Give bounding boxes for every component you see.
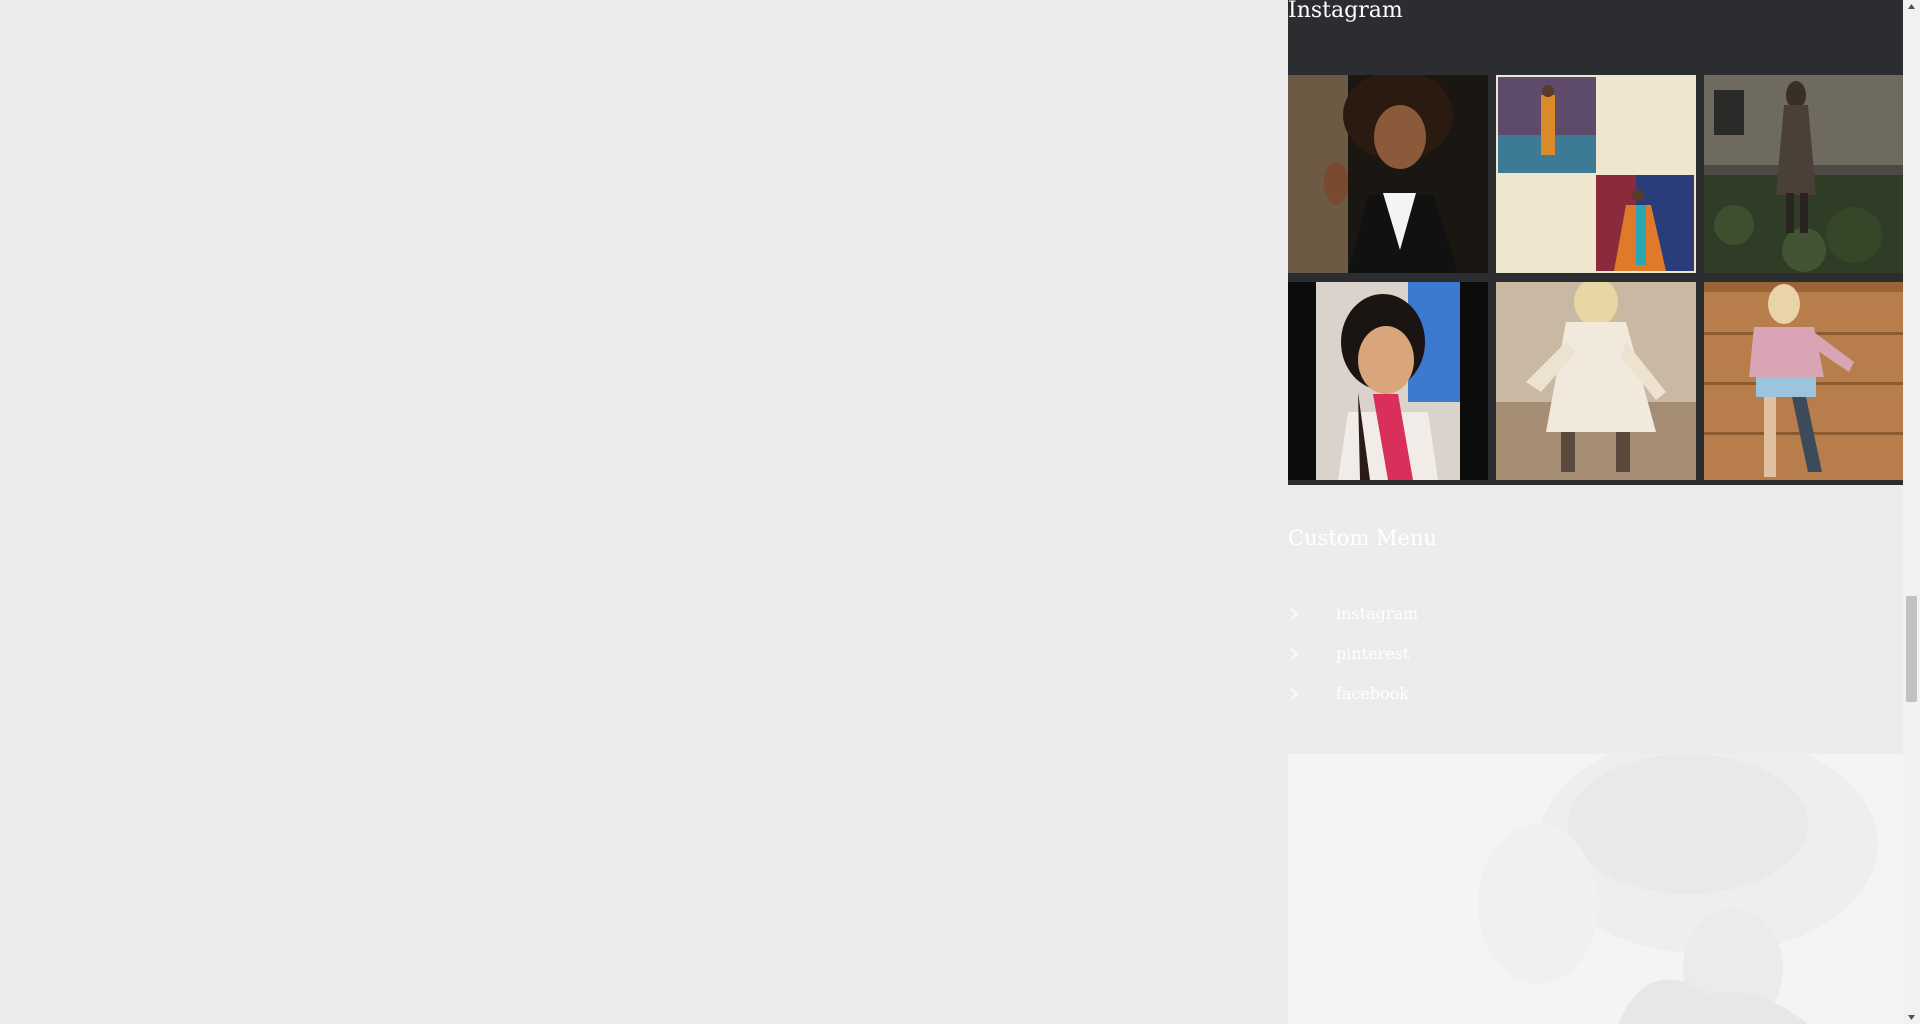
instagram-widget: Instagram xyxy=(1288,0,1904,485)
chevron-right-icon xyxy=(1290,608,1299,620)
custom-menu-item-instagram[interactable]: instagram xyxy=(1288,600,1588,640)
sidebar: Instagram Custom Menu instagram pinteres… xyxy=(1288,0,1904,1024)
promo-banner-image xyxy=(1288,754,1903,1024)
instagram-photo-6[interactable] xyxy=(1704,282,1904,480)
custom-menu-list: instagram pinterest facebook xyxy=(1288,600,1588,720)
custom-menu-link-instagram[interactable]: instagram xyxy=(1336,600,1418,628)
instagram-photo-3[interactable] xyxy=(1704,75,1904,273)
instagram-photo-2[interactable] xyxy=(1496,75,1696,273)
chevron-right-icon xyxy=(1290,648,1299,660)
chevron-right-icon xyxy=(1290,688,1299,700)
custom-menu-item-pinterest[interactable]: pinterest xyxy=(1288,640,1588,680)
scrollbar-thumb[interactable] xyxy=(1906,596,1917,702)
custom-menu-title: Custom Menu xyxy=(1288,526,1438,550)
instagram-photo-5[interactable] xyxy=(1496,282,1696,480)
instagram-widget-title: Instagram xyxy=(1288,0,1403,23)
scroll-up-arrow-icon[interactable] xyxy=(1907,2,1916,11)
instagram-photo-grid xyxy=(1288,75,1904,480)
instagram-photo-1[interactable] xyxy=(1288,75,1488,273)
custom-menu-link-facebook[interactable]: facebook xyxy=(1336,680,1409,708)
woman-portrait-image xyxy=(1288,754,1903,1024)
instagram-photo-4[interactable] xyxy=(1288,282,1488,480)
scroll-down-arrow-icon[interactable] xyxy=(1907,1013,1916,1022)
page-scrollbar[interactable] xyxy=(1903,0,1920,1024)
custom-menu-item-facebook[interactable]: facebook xyxy=(1288,680,1588,720)
custom-menu-link-pinterest[interactable]: pinterest xyxy=(1336,640,1409,668)
